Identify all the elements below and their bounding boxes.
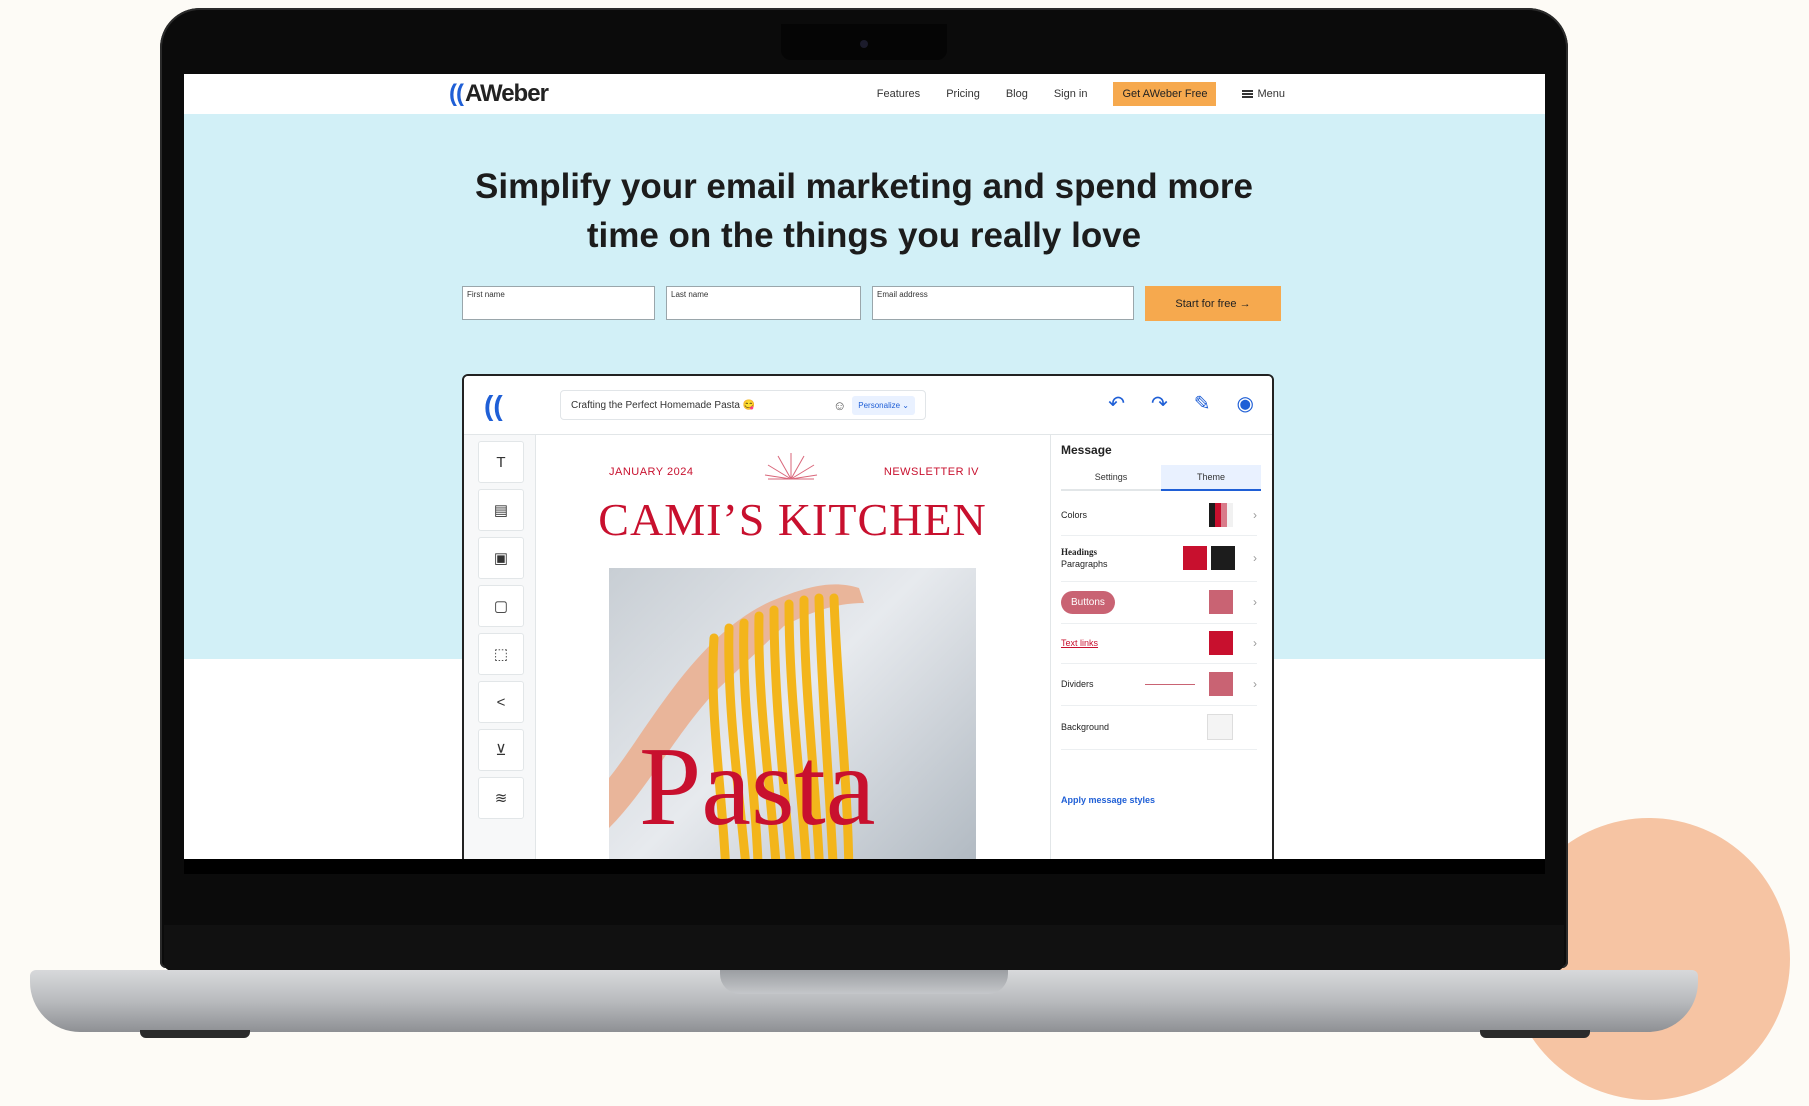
subject-text: Crafting the Perfect Homemade Pasta: [571, 399, 740, 411]
nav-link-features[interactable]: Features: [877, 88, 920, 100]
buttons-row[interactable]: Buttons ›: [1061, 581, 1257, 624]
video-block-icon[interactable]: ▢: [478, 585, 524, 627]
button-block-icon[interactable]: ⬚: [478, 633, 524, 675]
panel-tabs: Settings Theme: [1061, 465, 1261, 491]
start-for-free-button[interactable]: Start for free →: [1145, 286, 1281, 321]
headings-paragraphs-row[interactable]: Headings Paragraphs ›: [1061, 535, 1257, 582]
laptop-foot-left: [140, 1030, 250, 1038]
share-block-icon[interactable]: <: [478, 681, 524, 723]
headings-paragraphs-label: Headings Paragraphs: [1061, 546, 1183, 570]
buttons-label-wrap: Buttons: [1061, 590, 1209, 614]
email-editor-window: (( Crafting the Perfect Homemade Pasta 😋…: [462, 374, 1274, 874]
site-navbar: (( AWeber Features Pricing Blog Sign in …: [184, 74, 1545, 115]
chevron-right-icon: ›: [1253, 508, 1257, 522]
subject-line-text: Crafting the Perfect Homemade Pasta 😋: [571, 400, 827, 411]
paragraph-color-swatch: [1211, 546, 1235, 570]
camera-icon: [860, 40, 868, 48]
rss-block-icon[interactable]: ≋: [478, 777, 524, 819]
chevron-right-icon: ›: [1253, 636, 1257, 650]
email-issue: NEWSLETTER IV: [883, 466, 979, 478]
background-label: Background: [1061, 722, 1110, 732]
aweber-logo-text: AWeber: [464, 80, 549, 107]
paragraphs-label: Paragraphs: [1061, 559, 1108, 569]
email-label: Email address: [877, 290, 928, 299]
first-name-label: First name: [467, 290, 505, 299]
divider-line-preview: [1145, 683, 1195, 685]
signup-form: First name Last name Email address Start…: [462, 286, 1281, 321]
chevron-right-icon: ›: [1253, 595, 1257, 609]
color-palette-swatch: [1209, 503, 1233, 527]
aweber-logo[interactable]: (( AWeber: [449, 80, 549, 108]
get-aweber-free-button[interactable]: Get AWeber Free: [1113, 82, 1217, 106]
dividers-row[interactable]: Dividers ›: [1061, 663, 1257, 706]
laptop-bottom-bezel: [164, 925, 1564, 971]
last-name-label: Last name: [671, 290, 709, 299]
subject-line-input[interactable]: Crafting the Perfect Homemade Pasta 😋 ☺ …: [560, 390, 926, 420]
hero-headline-line1: Simplify your email marketing and spend …: [475, 167, 1253, 206]
background-color-swatch: [1207, 714, 1233, 740]
last-name-field[interactable]: Last name: [666, 286, 861, 320]
pasta-photo: Pasta: [609, 568, 976, 874]
nav-link-blog[interactable]: Blog: [1006, 88, 1028, 100]
image-block-icon[interactable]: ▣: [478, 537, 524, 579]
nav-links: Features Pricing Blog Sign in Get AWeber…: [877, 82, 1285, 106]
undo-icon[interactable]: ↶: [1108, 394, 1125, 414]
heading-color-swatch: [1183, 546, 1207, 570]
email-preview[interactable]: JANUARY 2024 NEWSLETTER IV CAMI’S KITCHE…: [536, 435, 1049, 874]
paint-brush-icon[interactable]: ✎: [1194, 394, 1211, 414]
subject-emoji: 😋: [742, 399, 756, 411]
buttons-preview: Buttons: [1061, 590, 1115, 614]
button-color-swatch: [1209, 590, 1233, 614]
laptop-opening-notch: [720, 970, 1008, 994]
tab-theme[interactable]: Theme: [1161, 465, 1261, 491]
dividers-label: Dividers: [1061, 679, 1094, 689]
colors-row[interactable]: Colors ›: [1061, 495, 1257, 536]
menu-button[interactable]: Menu: [1242, 88, 1285, 100]
divider-color-swatch: [1209, 672, 1233, 696]
email-field[interactable]: Email address: [872, 286, 1134, 320]
personalize-dropdown[interactable]: Personalize ⌄: [852, 395, 915, 415]
preview-eye-icon[interactable]: ◉: [1237, 394, 1254, 414]
nav-link-pricing[interactable]: Pricing: [946, 88, 980, 100]
emoji-picker-icon[interactable]: ☺: [833, 398, 846, 413]
headings-label: Headings: [1061, 547, 1098, 557]
background-row[interactable]: Background: [1061, 705, 1257, 750]
email-date: JANUARY 2024: [609, 466, 694, 478]
hero-section: Simplify your email marketing and spend …: [184, 114, 1545, 874]
hero-headline-line2: time on the things you really love: [586, 216, 1142, 255]
email-title: CAMI’S KITCHEN: [598, 494, 987, 545]
block-toolbar: T ▤ ▣ ▢ ⬚ < ⊻ ≋: [464, 435, 536, 874]
colors-label: Colors: [1061, 510, 1088, 520]
laptop-foot-right: [1480, 1030, 1590, 1038]
panel-title: Message: [1061, 443, 1112, 457]
tab-settings[interactable]: Settings: [1061, 465, 1161, 491]
chevron-right-icon: ›: [1253, 677, 1257, 691]
text-block-icon[interactable]: T: [478, 441, 524, 483]
email-canvas: JANUARY 2024 NEWSLETTER IV CAMI’S KITCHE…: [536, 435, 1049, 874]
text-links-label: Text links: [1061, 638, 1099, 648]
aweber-logo-icon: ((: [449, 80, 464, 107]
hero-headline: Simplify your email marketing and spend …: [434, 162, 1294, 260]
screen-bottom-edge: [184, 859, 1545, 874]
aweber-app-icon[interactable]: ((: [484, 390, 503, 422]
editor-topbar: (( Crafting the Perfect Homemade Pasta 😋…: [464, 376, 1272, 435]
nav-link-sign-in[interactable]: Sign in: [1054, 88, 1088, 100]
pasta-headline: Pasta: [639, 725, 876, 849]
editor-tools: ↶ ↷ ✎ ◉: [1108, 394, 1254, 414]
cart-block-icon[interactable]: ⊻: [478, 729, 524, 771]
first-name-field[interactable]: First name: [462, 286, 655, 320]
text-links-row[interactable]: Text links ›: [1061, 623, 1257, 664]
laptop-screen: (( AWeber Features Pricing Blog Sign in …: [184, 74, 1545, 874]
article-block-icon[interactable]: ▤: [478, 489, 524, 531]
message-style-panel: Message Settings Theme Colors › Headings…: [1050, 435, 1271, 874]
chevron-right-icon: ›: [1253, 551, 1257, 565]
hamburger-icon: [1242, 90, 1254, 98]
apply-message-styles-link[interactable]: Apply message styles: [1061, 795, 1155, 805]
redo-icon[interactable]: ↷: [1151, 394, 1168, 414]
text-link-color-swatch: [1209, 631, 1233, 655]
menu-label: Menu: [1257, 88, 1285, 100]
sunburst-icon: [764, 453, 818, 480]
